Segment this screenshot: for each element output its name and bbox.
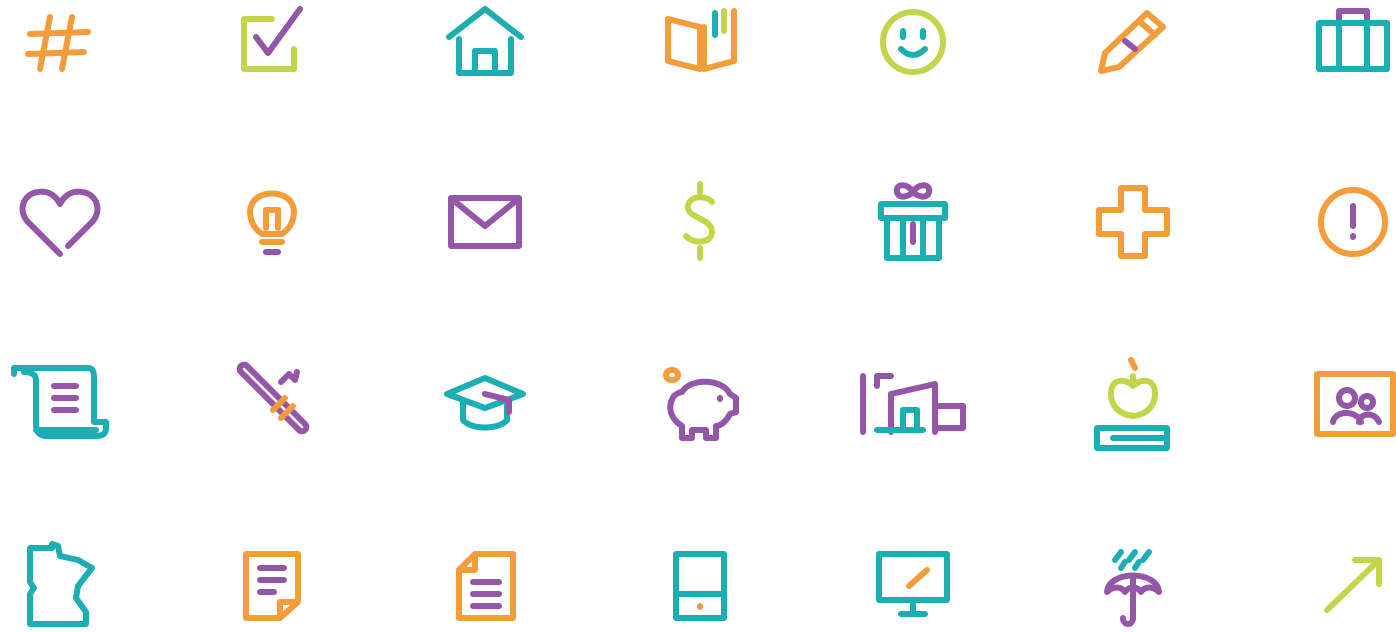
envelope-icon	[435, 172, 535, 272]
book-icon	[650, 0, 750, 97]
graduation-cap-icon	[435, 350, 535, 450]
heart-icon	[10, 172, 110, 272]
piggy-bank-icon	[650, 350, 750, 450]
tablet-icon	[650, 532, 750, 632]
hashtag-icon	[10, 0, 110, 97]
apple-books-icon	[1083, 350, 1183, 451]
family-photo-icon	[1303, 350, 1396, 450]
house-icon	[435, 0, 535, 97]
scroll-icon	[10, 350, 110, 450]
dollar-icon	[650, 172, 750, 272]
monitor-icon	[863, 532, 963, 632]
icon-grid: MN	[0, 0, 1396, 627]
file-icon	[435, 532, 535, 632]
pencil-icon	[1083, 0, 1183, 97]
gift-icon	[863, 172, 963, 272]
umbrella-rain-icon	[1083, 532, 1183, 632]
briefcase-icon	[1303, 0, 1396, 97]
arrow-up-right-icon	[1303, 532, 1396, 632]
medical-cross-icon	[1083, 172, 1183, 272]
alert-icon	[1303, 172, 1396, 272]
diploma-icon	[225, 350, 325, 450]
lightbulb-icon	[222, 172, 322, 272]
smiley-icon	[863, 0, 963, 97]
checkbox-icon	[220, 0, 320, 97]
minnesota-label: MN	[40, 569, 62, 583]
document-icon	[222, 532, 322, 632]
minnesota-map-icon: MN	[12, 532, 112, 632]
buildings-icon	[860, 350, 966, 450]
